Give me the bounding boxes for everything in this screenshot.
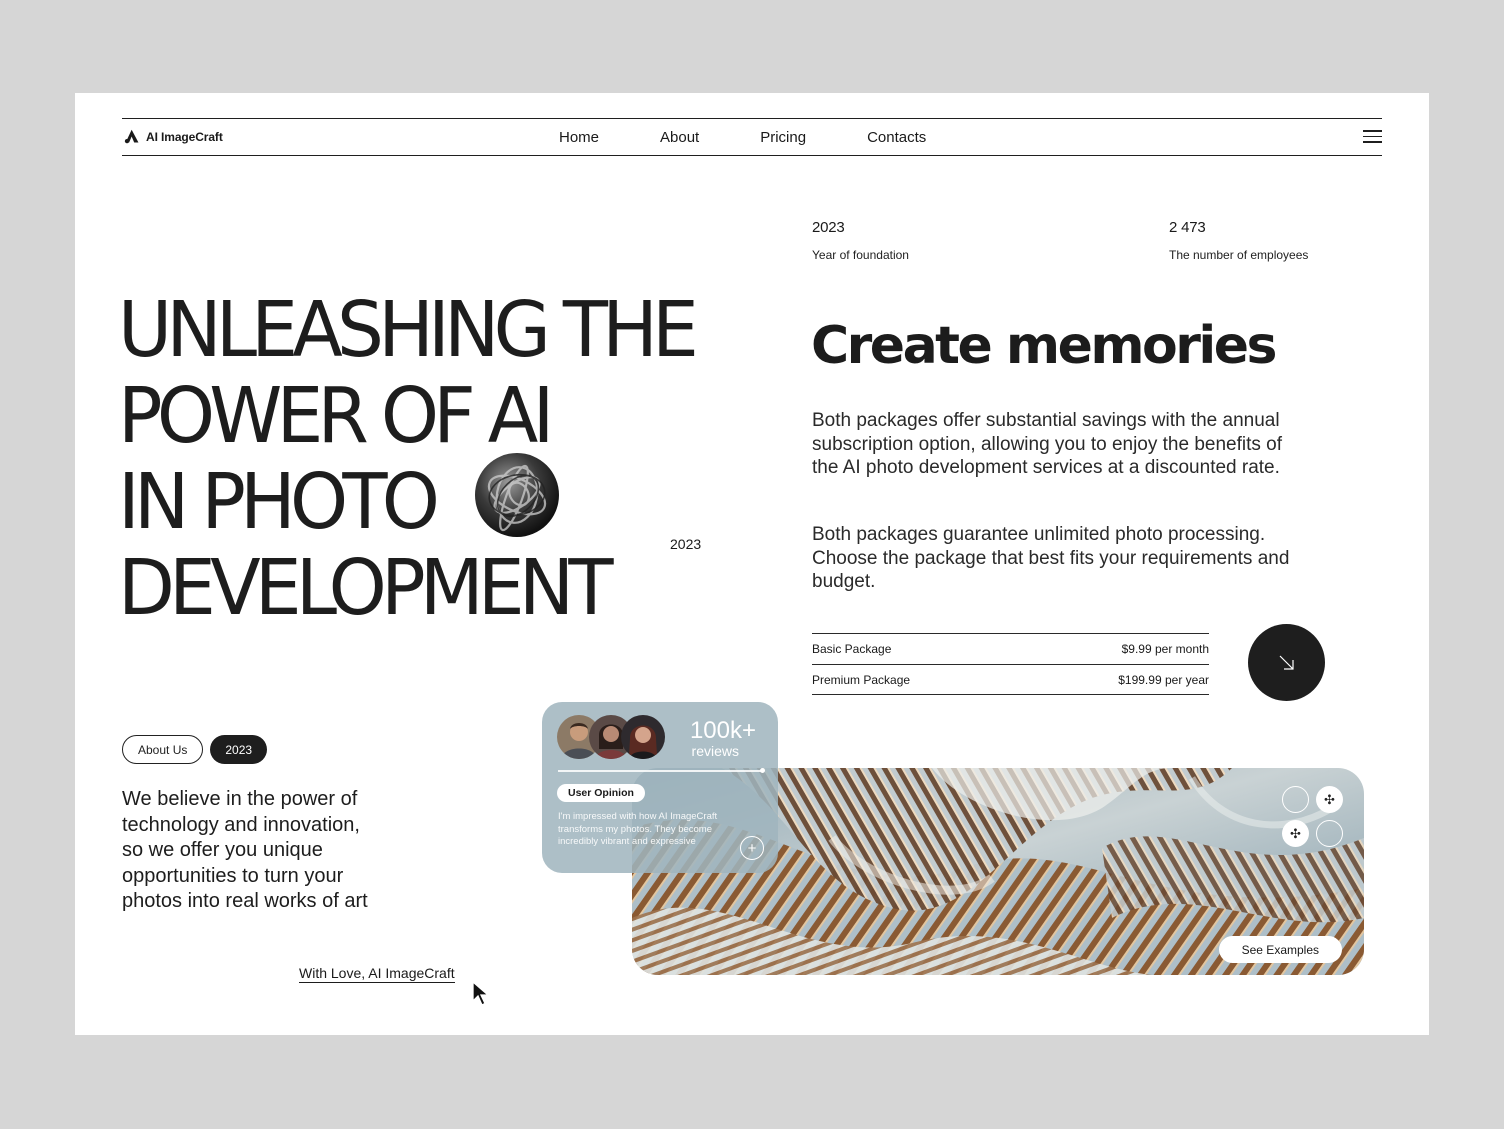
nav-link-contacts[interactable]: Contacts	[867, 129, 926, 146]
stat-value: 2 473	[1169, 219, 1206, 236]
circle-control-icon[interactable]	[1282, 786, 1309, 813]
reviewer-avatars	[557, 715, 665, 759]
hero-line-4: DEVELOPMENT	[118, 544, 614, 633]
see-examples-button[interactable]: See Examples	[1218, 936, 1342, 963]
divider	[558, 768, 765, 773]
logo-icon	[124, 129, 139, 144]
package-name: Basic Package	[812, 642, 892, 656]
pricing-table: Basic Package $9.99 per month Premium Pa…	[812, 633, 1209, 695]
stat-label: The number of employees	[1169, 248, 1309, 262]
reviews-card: 100k+ reviews User Opinion I'm impressed…	[542, 702, 778, 873]
user-opinion-tag: User Opinion	[557, 784, 645, 802]
signature-link[interactable]: With Love, AI ImageCraft	[299, 965, 455, 983]
review-count: 100k+	[689, 717, 756, 744]
package-row-premium[interactable]: Premium Package $199.99 per year	[812, 664, 1209, 695]
sparkle-control-icon[interactable]: ✣	[1316, 786, 1343, 813]
review-quote: I'm impressed with how AI ImageCraft tra…	[558, 811, 718, 847]
top-nav: AI ImageCraft Home About Pricing Contact…	[122, 118, 1382, 156]
circle-control-icon[interactable]	[1316, 820, 1343, 847]
paragraph-savings: Both packages offer substantial savings …	[812, 410, 1283, 478]
about-us-pill[interactable]: About Us	[122, 735, 204, 764]
hamburger-menu-icon[interactable]	[1363, 130, 1382, 144]
page-canvas: AI ImageCraft Home About Pricing Contact…	[75, 93, 1429, 1035]
package-price: $9.99 per month	[1121, 642, 1209, 656]
nav-link-pricing[interactable]: Pricing	[760, 129, 806, 146]
hero-line-1: UNLEASHING THE	[118, 286, 699, 375]
package-price: $199.99 per year	[1118, 672, 1209, 687]
stat-foundation: 2023 Year of foundation	[812, 219, 909, 262]
arrow-down-right-icon	[1279, 655, 1294, 670]
hero-title: UNLEASHING THE POWER OF AI IN PHOTO DEVE…	[118, 286, 699, 633]
avatar	[621, 715, 665, 759]
arrow-down-right-button[interactable]	[1248, 624, 1325, 701]
section-headline: Create memories	[811, 316, 1277, 376]
review-label: reviews	[691, 743, 739, 759]
image-controls: ✣ ✣	[1282, 786, 1344, 848]
nav-links: Home About Pricing Contacts	[559, 129, 987, 146]
stat-label: Year of foundation	[812, 248, 909, 262]
hero-line-3: IN PHOTO	[118, 458, 440, 547]
brand-logo[interactable]: AI ImageCraft	[124, 128, 223, 145]
abstract-sphere-image	[475, 453, 559, 537]
nav-link-home[interactable]: Home	[559, 129, 599, 146]
paragraph-unlimited: Both packages guarantee unlimited photo …	[812, 524, 1290, 592]
sparkle-control-icon[interactable]: ✣	[1282, 820, 1309, 847]
stat-employees: 2 473 The number of employees	[1169, 219, 1308, 262]
package-row-basic[interactable]: Basic Package $9.99 per month	[812, 633, 1209, 664]
mouse-cursor-icon	[472, 981, 490, 1006]
package-name: Premium Package	[812, 672, 911, 687]
nav-link-about[interactable]: About	[660, 129, 699, 146]
hero-line-2: POWER OF AI	[118, 372, 554, 461]
about-text: We believe in the power of technology an…	[122, 788, 368, 912]
year-pill[interactable]: 2023	[210, 735, 268, 764]
hero-year: 2023	[670, 536, 702, 552]
about-pills: About Us 2023	[122, 735, 268, 764]
plus-icon[interactable]: +	[740, 836, 764, 860]
brand-name: AI ImageCraft	[146, 129, 223, 144]
stat-value: 2023	[812, 219, 845, 236]
